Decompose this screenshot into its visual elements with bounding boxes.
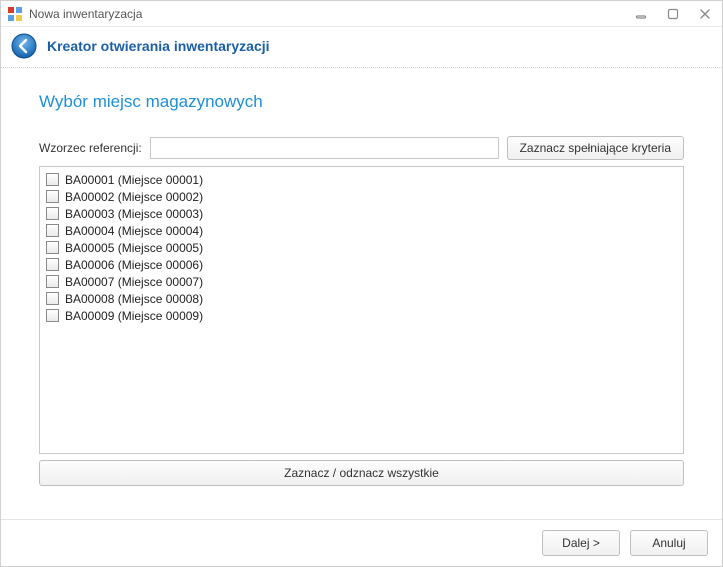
minimize-button[interactable]: [630, 6, 652, 22]
checkbox-icon[interactable]: [46, 309, 59, 322]
checkbox-icon[interactable]: [46, 275, 59, 288]
back-button[interactable]: [11, 33, 37, 59]
list-item-label: BA00008 (Miejsce 00008): [65, 292, 203, 306]
checkbox-icon[interactable]: [46, 173, 59, 186]
content-area: Wybór miejsc magazynowych Wzorzec refere…: [1, 68, 722, 519]
list-item[interactable]: BA00002 (Miejsce 00002): [46, 188, 677, 205]
filter-label: Wzorzec referencji:: [39, 141, 142, 155]
apply-filter-button[interactable]: Zaznacz spełniające kryteria: [507, 136, 684, 160]
list-item[interactable]: BA00006 (Miejsce 00006): [46, 256, 677, 273]
checkbox-icon[interactable]: [46, 224, 59, 237]
list-item-label: BA00007 (Miejsce 00007): [65, 275, 203, 289]
checkbox-icon[interactable]: [46, 190, 59, 203]
list-item[interactable]: BA00001 (Miejsce 00001): [46, 171, 677, 188]
checkbox-icon[interactable]: [46, 241, 59, 254]
maximize-button[interactable]: [662, 6, 684, 22]
list-item-label: BA00005 (Miejsce 00005): [65, 241, 203, 255]
app-icon: [7, 6, 23, 22]
list-item-label: BA00003 (Miejsce 00003): [65, 207, 203, 221]
reference-pattern-input[interactable]: [150, 137, 499, 159]
next-button[interactable]: Dalej >: [542, 530, 620, 556]
toggle-all-button[interactable]: Zaznacz / odznacz wszystkie: [39, 460, 684, 486]
footer: Dalej > Anuluj: [1, 519, 722, 566]
cancel-button[interactable]: Anuluj: [630, 530, 708, 556]
close-button[interactable]: [694, 6, 716, 22]
checkbox-icon[interactable]: [46, 258, 59, 271]
section-title: Wybór miejsc magazynowych: [39, 92, 684, 112]
window-controls: [630, 6, 716, 22]
titlebar: Nowa inwentaryzacja: [1, 1, 722, 27]
wizard-title: Kreator otwierania inwentaryzacji: [47, 38, 270, 54]
list-item[interactable]: BA00009 (Miejsce 00009): [46, 307, 677, 324]
wizard-header: Kreator otwierania inwentaryzacji: [1, 27, 722, 68]
list-item[interactable]: BA00008 (Miejsce 00008): [46, 290, 677, 307]
list-item[interactable]: BA00005 (Miejsce 00005): [46, 239, 677, 256]
list-item-label: BA00001 (Miejsce 00001): [65, 173, 203, 187]
window-title: Nowa inwentaryzacja: [29, 7, 630, 21]
list-item-label: BA00009 (Miejsce 00009): [65, 309, 203, 323]
list-item[interactable]: BA00007 (Miejsce 00007): [46, 273, 677, 290]
checkbox-icon[interactable]: [46, 207, 59, 220]
locations-listbox[interactable]: BA00001 (Miejsce 00001) BA00002 (Miejsce …: [39, 166, 684, 454]
filter-row: Wzorzec referencji: Zaznacz spełniające …: [39, 136, 684, 160]
list-item-label: BA00002 (Miejsce 00002): [65, 190, 203, 204]
list-item[interactable]: BA00003 (Miejsce 00003): [46, 205, 677, 222]
list-item-label: BA00006 (Miejsce 00006): [65, 258, 203, 272]
list-item-label: BA00004 (Miejsce 00004): [65, 224, 203, 238]
window-root: Nowa inwentaryzacja: [0, 0, 723, 567]
list-item[interactable]: BA00004 (Miejsce 00004): [46, 222, 677, 239]
checkbox-icon[interactable]: [46, 292, 59, 305]
